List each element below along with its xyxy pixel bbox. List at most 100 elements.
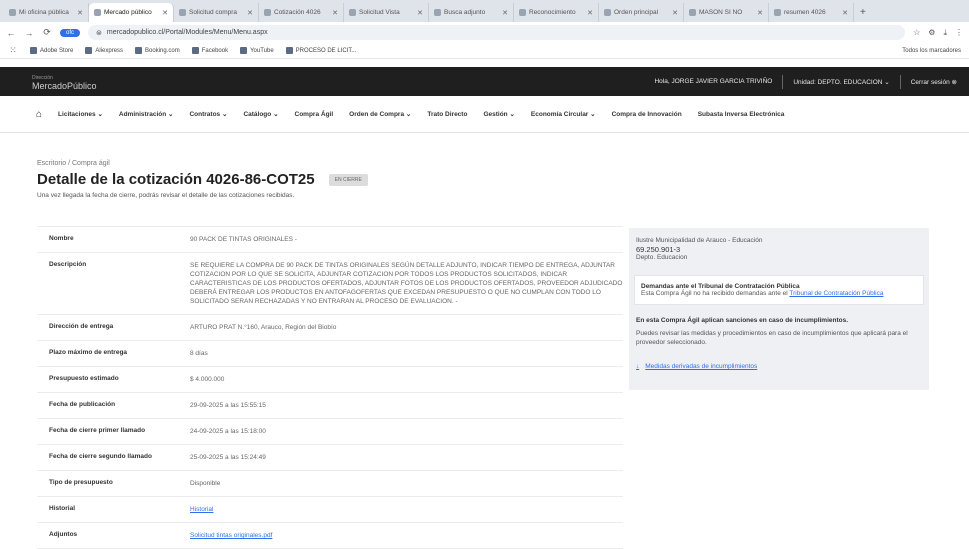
- bookmark-icon: [285, 47, 293, 54]
- menu-item[interactable]: Compra de Innovación: [612, 111, 682, 118]
- bookmark-icon: [85, 47, 93, 54]
- detail-row: Fecha de cierre primer llamado 24-09-2025…: [37, 419, 623, 445]
- detail-label: Presupuesto estimado: [49, 375, 119, 382]
- profile-pill[interactable]: ofc: [60, 28, 81, 37]
- detail-value: 90 PACK DE TINTAS ORIGINALES -: [190, 236, 297, 243]
- tab-label: Orden principal: [614, 9, 659, 16]
- close-icon[interactable]: ✕: [162, 9, 168, 17]
- reload-icon[interactable]: ⟳: [42, 27, 52, 38]
- bookmark-item[interactable]: Facebook: [191, 47, 228, 54]
- menu-item[interactable]: Licitaciones ⌄: [58, 110, 103, 118]
- bookmark-item[interactable]: Adobe Store: [30, 47, 73, 54]
- detail-value[interactable]: Solicitud tintas originales.pdf: [190, 531, 623, 540]
- detail-row: Dirección de entrega ARTURO PRAT N.°160, …: [37, 315, 623, 341]
- back-icon[interactable]: ←: [6, 28, 16, 38]
- menu-item[interactable]: Gestión ⌄: [483, 110, 514, 118]
- detail-value[interactable]: Historial: [190, 505, 623, 514]
- home-icon[interactable]: ⌂: [36, 109, 42, 120]
- tab-favicon-icon: [179, 9, 186, 16]
- detail-label: Tipo de presupuesto: [49, 479, 113, 486]
- close-icon[interactable]: ✕: [757, 9, 763, 17]
- all-bookmarks[interactable]: Todos los marcadores: [902, 48, 961, 54]
- close-icon[interactable]: ✕: [247, 9, 253, 17]
- detail-label: Adjuntos: [49, 531, 78, 538]
- chevron-down-icon: ⌄: [509, 111, 515, 118]
- browser-tab[interactable]: Mi oficina pública ✕: [4, 3, 89, 22]
- tab-label: Mercado público: [104, 9, 152, 16]
- browser-tab[interactable]: MASON SI NO ✕: [684, 3, 769, 22]
- divider: [899, 74, 901, 89]
- bookmark-icon: [240, 47, 248, 54]
- bookmark-item[interactable]: PROCESO DE LICIT...: [285, 47, 356, 54]
- user-greeting[interactable]: Hola, JORGE JAVIER GARCIA TRIVIÑO: [654, 78, 772, 85]
- close-icon[interactable]: ✕: [587, 9, 593, 17]
- browser-tab[interactable]: Orden principal ✕: [599, 3, 684, 22]
- detail-label: Descripción: [49, 261, 87, 268]
- bookmark-item[interactable]: Aliexpress: [85, 47, 123, 54]
- url-field[interactable]: ⊜ mercadopublico.cl/Portal/Modules/Menu/…: [88, 25, 906, 40]
- organization-name: Ilustre Municipalidad de Arauco - Educac…: [636, 237, 763, 244]
- logout-icon: ⊗: [951, 78, 957, 86]
- browser-tab[interactable]: Solicitud Vista ✕: [344, 3, 429, 22]
- detail-value: 24-09-2025 a las 15:18:00: [190, 428, 266, 435]
- browser-tab[interactable]: resumen 4026 ✕: [769, 3, 854, 22]
- tribunal-link[interactable]: Tribunal de Contratación Pública: [789, 290, 883, 297]
- close-icon[interactable]: ✕: [842, 9, 848, 17]
- tab-favicon-icon: [604, 9, 611, 16]
- mercadopublico-logo[interactable]: Dirección MercadoPúblico: [32, 74, 97, 91]
- chevron-down-icon: ⌄: [884, 78, 890, 86]
- detail-label: Nombre: [49, 235, 74, 242]
- close-icon[interactable]: ✕: [332, 9, 338, 17]
- bookmark-star-icon[interactable]: ☆: [913, 28, 920, 37]
- menu-item[interactable]: Trato Directo: [427, 111, 467, 118]
- tab-label: Mi oficina pública: [19, 9, 69, 16]
- unit-selector[interactable]: Unidad: DEPTO. EDUCACION ⌄: [793, 78, 889, 86]
- detail-value: SE REQUIERE LA COMPRA DE 90 PACK DE TINT…: [190, 262, 623, 305]
- detail-label: Historial: [49, 505, 76, 512]
- bookmark-item[interactable]: Booking.com: [135, 47, 180, 54]
- organization-dept: Depto. Educacion: [636, 254, 688, 261]
- forward-icon[interactable]: →: [24, 28, 34, 38]
- address-bar: ← → ⟳ ofc ⊜ mercadopublico.cl/Portal/Mod…: [0, 22, 969, 43]
- menu-item[interactable]: Compra Ágil: [295, 111, 334, 118]
- menu-item[interactable]: Orden de Compra ⌄: [349, 110, 411, 118]
- logout-button[interactable]: Cerrar sesión ⊗: [911, 78, 957, 86]
- browser-tab[interactable]: Cotización 4026 ✕: [259, 3, 344, 22]
- tribunal-box: Demandas ante el Tribunal de Contratació…: [634, 275, 924, 305]
- menu-item[interactable]: Economía Circular ⌄: [531, 110, 596, 118]
- menu-item[interactable]: Catálogo ⌄: [243, 110, 278, 118]
- breadcrumb[interactable]: Escritorio / Compra ágil: [37, 160, 937, 167]
- menu-item[interactable]: Subasta Inversa Electrónica: [698, 111, 785, 118]
- detail-row: Nombre 90 PACK DE TINTAS ORIGINALES -: [37, 227, 623, 253]
- close-icon[interactable]: ✕: [417, 9, 423, 17]
- detail-row: Presupuesto estimado $ 4.000.000: [37, 367, 623, 393]
- status-badge: EN CIERRE: [328, 173, 368, 186]
- extensions-icon[interactable]: ⚙: [928, 28, 935, 37]
- close-icon[interactable]: ✕: [672, 9, 678, 17]
- measures-link[interactable]: ↓ Medidas derivadas de incumplimientos: [636, 363, 922, 382]
- bookmark-item[interactable]: YouTube: [240, 47, 274, 54]
- browser-tab[interactable]: Mercado público ✕: [89, 3, 174, 22]
- browser-tab[interactable]: Busca adjunto ✕: [429, 3, 514, 22]
- chevron-down-icon: ⌄: [168, 111, 174, 118]
- close-icon[interactable]: ✕: [502, 9, 508, 17]
- download-icon[interactable]: ⤓: [943, 28, 947, 38]
- chevron-down-icon: ⌄: [590, 111, 596, 118]
- menu-item[interactable]: Contratos ⌄: [189, 110, 227, 118]
- more-menu-icon[interactable]: ⋮: [955, 28, 963, 37]
- site-info-icon[interactable]: ⊜: [96, 29, 102, 37]
- detail-row: Descripción SE REQUIERE LA COMPRA DE 90 P…: [37, 253, 623, 315]
- browser-tab[interactable]: Reconocimiento ✕: [514, 3, 599, 22]
- tab-favicon-icon: [689, 9, 696, 16]
- browser-tab[interactable]: Solicitud compra ✕: [174, 3, 259, 22]
- tab-label: Solicitud compra: [189, 9, 238, 16]
- detail-row: Fecha de publicación 29-09-2025 a las 15:…: [37, 393, 623, 419]
- tab-favicon-icon: [9, 9, 16, 16]
- new-tab-button[interactable]: +: [854, 3, 872, 22]
- tab-label: Busca adjunto: [444, 9, 486, 16]
- apps-grid-icon[interactable]: ⁙: [8, 45, 18, 56]
- close-icon[interactable]: ✕: [77, 9, 83, 17]
- menu-item[interactable]: Administración ⌄: [119, 110, 174, 118]
- detail-label: Plazo máximo de entrega: [49, 349, 128, 356]
- detail-value: 8 días: [190, 350, 208, 357]
